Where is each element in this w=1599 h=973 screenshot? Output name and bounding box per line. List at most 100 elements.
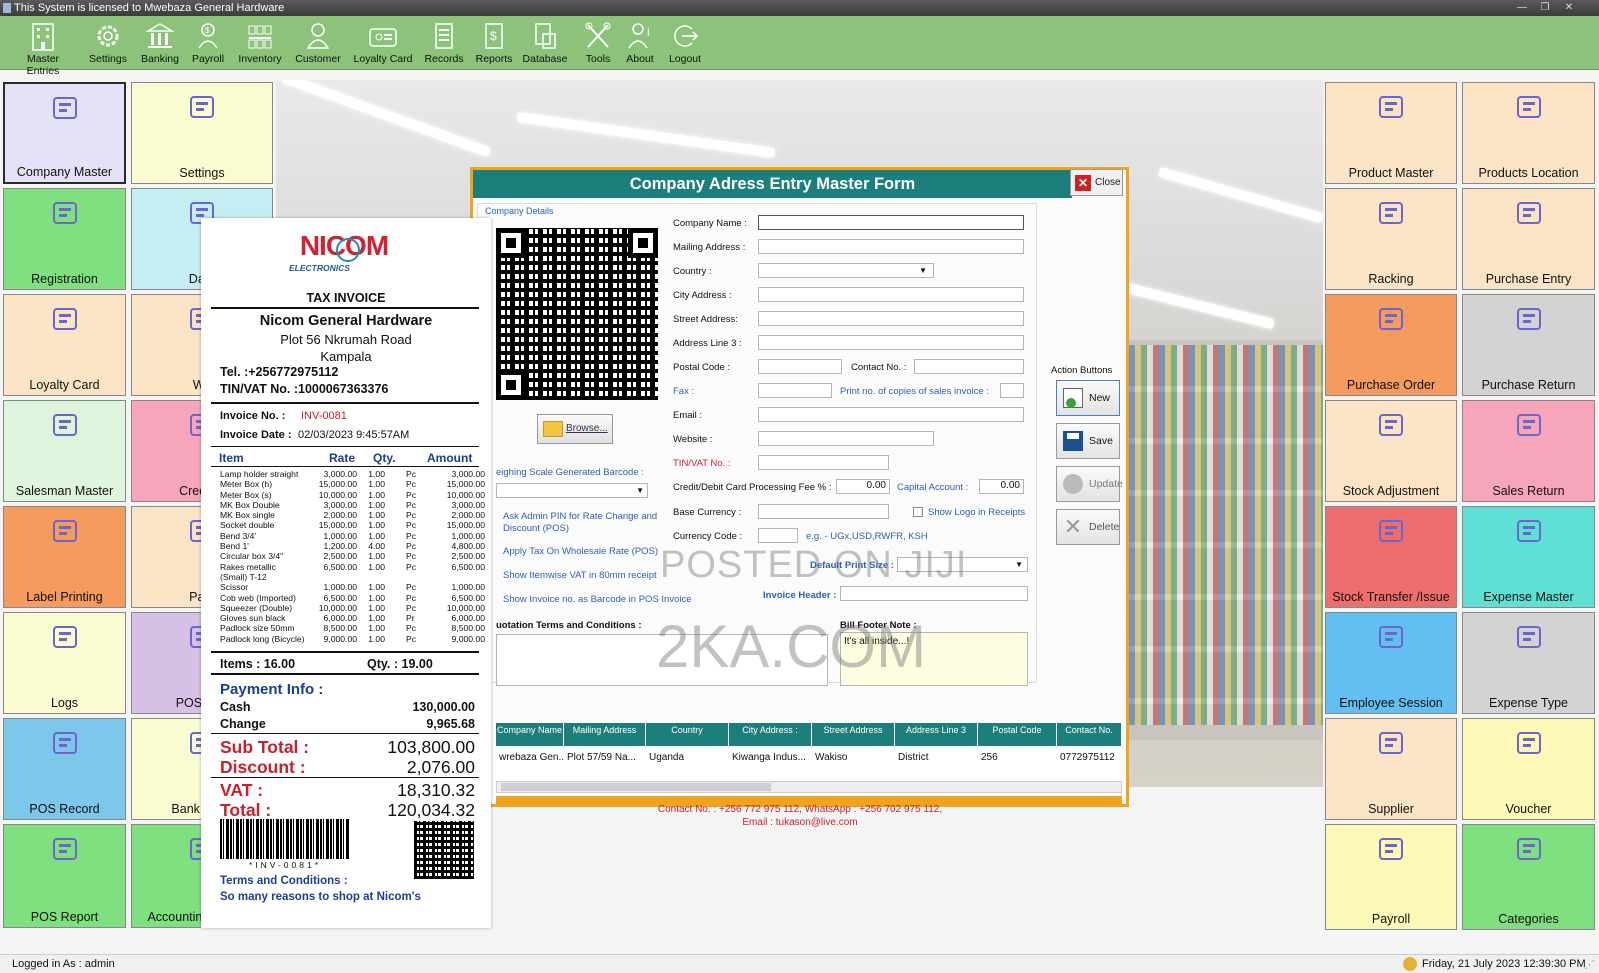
- fee-input[interactable]: 0.00: [836, 479, 890, 494]
- receipt-cell: 1.00: [368, 489, 385, 500]
- company-name-input[interactable]: [758, 215, 1024, 230]
- show-logo-checkbox[interactable]: [913, 507, 923, 517]
- tile-categories[interactable]: Categories: [1462, 824, 1595, 930]
- city-input[interactable]: [758, 287, 1024, 302]
- tile-purchase-order[interactable]: Purchase Order: [1325, 294, 1457, 396]
- grid-header[interactable]: Contact No.: [1057, 723, 1122, 746]
- tile-company-master[interactable]: Company Master: [3, 82, 126, 184]
- receipt-cell: 1.00: [368, 499, 385, 510]
- grid-header[interactable]: Postal Code: [978, 723, 1057, 746]
- delete-button[interactable]: ✕ Delete: [1056, 509, 1120, 545]
- toolbar-inventory[interactable]: Inventory: [235, 20, 285, 65]
- close-button[interactable]: ✕ Close: [1070, 169, 1123, 196]
- toolbar-label: Tools: [585, 53, 611, 65]
- receipt-cell: MK Box Double: [220, 499, 280, 510]
- tile-racking[interactable]: Racking: [1325, 188, 1457, 290]
- window-titlebar: This System is licensed to Mwebaza Gener…: [0, 0, 1599, 16]
- base-currency-input[interactable]: [758, 504, 889, 519]
- option-admin-pin[interactable]: Ask Admin PIN for Rate Change and Discou…: [503, 511, 663, 535]
- line3-input[interactable]: [758, 335, 1024, 350]
- option-invoice-barcode[interactable]: Show Invoice no. as Barcode in POS Invoi…: [503, 594, 692, 605]
- copies-input[interactable]: [1000, 383, 1024, 398]
- toolbar-about[interactable]: i About: [622, 20, 658, 65]
- tile-pos-report[interactable]: POS Report: [3, 824, 126, 928]
- tile-stock-transfer-issue[interactable]: Stock Transfer /Issue: [1325, 506, 1457, 608]
- option-itemwise-vat[interactable]: Show Itemwise VAT in 80mm receipt: [503, 570, 657, 581]
- tile-sales-return[interactable]: Sales Return: [1462, 400, 1595, 502]
- tile-settings[interactable]: Settings: [131, 82, 273, 184]
- toolbar-tools[interactable]: Tools: [578, 20, 618, 65]
- capital-label: Capital Account :: [897, 482, 969, 493]
- tile-salesman-master[interactable]: Salesman Master: [3, 400, 126, 502]
- tile-expense-type[interactable]: Expense Type: [1462, 612, 1595, 714]
- toolbar-settings[interactable]: Settings: [86, 20, 130, 65]
- toolbar-records[interactable]: Records: [423, 20, 465, 65]
- delete-icon: ✕: [1063, 514, 1083, 539]
- website-input[interactable]: [758, 431, 934, 446]
- toolbar-reports[interactable]: $ Reports: [473, 20, 515, 65]
- restore-icon[interactable]: ❐: [1538, 1, 1552, 14]
- tile-supplier[interactable]: Supplier: [1325, 718, 1457, 820]
- tile-registration[interactable]: Registration: [3, 188, 126, 290]
- tile-purchase-entry[interactable]: Purchase Entry: [1462, 188, 1595, 290]
- update-button[interactable]: Update: [1056, 466, 1123, 502]
- toolbar-banking[interactable]: Banking: [138, 20, 182, 65]
- grid-header[interactable]: Company Name: [496, 723, 564, 746]
- logs-icon: [49, 621, 81, 656]
- tile-logs[interactable]: Logs: [3, 612, 126, 714]
- employee-session-icon: [1375, 621, 1407, 656]
- receipt-cell: 1,000.00: [451, 530, 485, 541]
- invoice-header-input[interactable]: [840, 586, 1028, 601]
- country-select[interactable]: ▼: [758, 263, 934, 278]
- tin-input[interactable]: [758, 455, 889, 470]
- toolbar-logout[interactable]: Logout: [665, 20, 705, 65]
- toolbar-payroll[interactable]: $ Payroll: [188, 20, 228, 65]
- close-icon[interactable]: ✕: [1562, 1, 1576, 14]
- fax-input[interactable]: [758, 383, 832, 398]
- new-button[interactable]: New: [1056, 380, 1120, 416]
- toolbar-customer[interactable]: Customer: [292, 20, 344, 65]
- tile-voucher[interactable]: Voucher: [1462, 718, 1595, 820]
- currency-code-input[interactable]: [758, 528, 798, 543]
- contact-input[interactable]: [914, 359, 1024, 374]
- grid-header[interactable]: Mailing Address: [564, 723, 646, 746]
- horizontal-scrollbar[interactable]: [496, 781, 1122, 793]
- capital-input[interactable]: 0.00: [979, 479, 1024, 494]
- weighing-select[interactable]: ▼: [496, 483, 648, 498]
- toolbar-master-entries[interactable]: Master Entries: [10, 20, 76, 77]
- minimize-icon[interactable]: —: [1515, 1, 1529, 14]
- browse-button[interactable]: Browse...: [537, 414, 613, 444]
- receipt-cell: Pc: [406, 623, 417, 634]
- receipt-cell: Pc: [406, 592, 417, 603]
- grid-header[interactable]: Address Line 3: [895, 723, 978, 746]
- grid-header[interactable]: Country: [646, 723, 729, 746]
- close-icon: ✕: [1075, 175, 1091, 191]
- toolbar-database[interactable]: Database: [521, 20, 569, 65]
- company-icon: [49, 92, 81, 127]
- receipt-cell: Padlock long (Bicycle): [220, 633, 305, 644]
- postal-input[interactable]: [758, 359, 842, 374]
- tile-loyalty-card[interactable]: Loyalty Card: [3, 294, 126, 396]
- mailing-input[interactable]: [758, 239, 1024, 254]
- show-logo-label: Show Logo in Receipts: [928, 507, 1026, 518]
- tile-expense-master[interactable]: Expense Master: [1462, 506, 1595, 608]
- tile-employee-session[interactable]: Employee Session: [1325, 612, 1457, 714]
- grid-header[interactable]: Street Address: [812, 723, 895, 746]
- resize-grip-icon[interactable]: ⋰: [1584, 958, 1595, 971]
- tile-payroll[interactable]: Payroll: [1325, 824, 1457, 930]
- tile-label-printing[interactable]: Label Printing: [3, 506, 126, 608]
- street-input[interactable]: [758, 311, 1024, 326]
- grid-header[interactable]: City Address :: [729, 723, 812, 746]
- option-tax-wholesale[interactable]: Apply Tax On Wholesale Rate (POS): [503, 546, 658, 557]
- tile-products-location[interactable]: Products Location: [1462, 82, 1595, 184]
- tile-product-master[interactable]: Product Master: [1325, 82, 1457, 184]
- tile-purchase-return[interactable]: Purchase Return: [1462, 294, 1595, 396]
- toolbar-loyalty-card[interactable]: Loyalty Card: [350, 20, 416, 65]
- email-input[interactable]: [758, 407, 1024, 422]
- about-icon: i: [628, 23, 650, 49]
- tile-pos-record[interactable]: POS Record: [3, 718, 126, 820]
- save-button[interactable]: Save: [1056, 423, 1120, 459]
- tile-stock-adjustment[interactable]: Stock Adjustment: [1325, 400, 1457, 502]
- racking-icon: [1375, 197, 1407, 232]
- receipt-cell: Padlock size 50mm: [220, 623, 295, 634]
